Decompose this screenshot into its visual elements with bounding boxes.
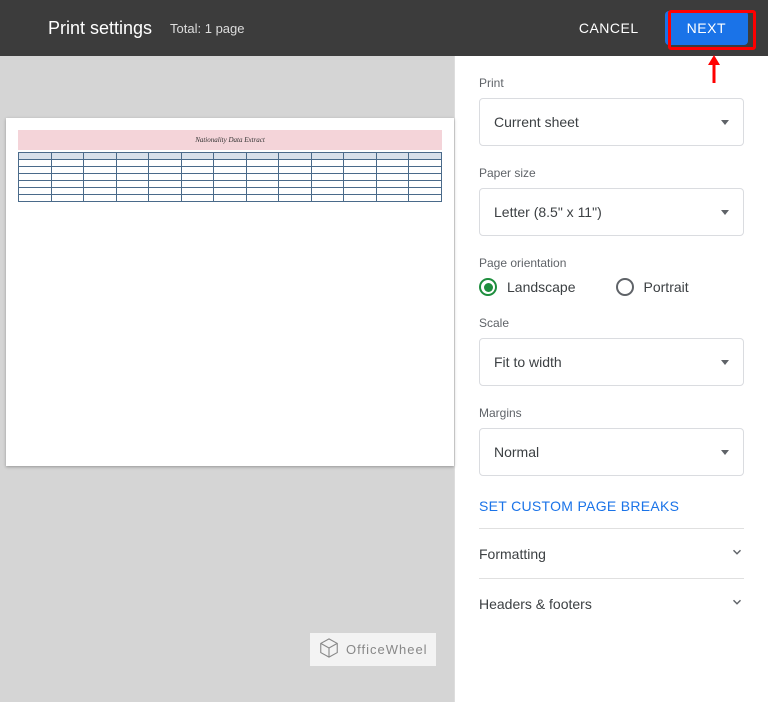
paper-size-value: Letter (8.5" x 11") — [494, 204, 602, 220]
print-value: Current sheet — [494, 114, 579, 130]
header-bar: Print settings Total: 1 page CANCEL NEXT — [0, 0, 768, 56]
orientation-label: Page orientation — [479, 256, 744, 270]
headers-footers-label: Headers & footers — [479, 596, 592, 612]
paper-size-dropdown[interactable]: Letter (8.5" x 11") — [479, 188, 744, 236]
next-button[interactable]: NEXT — [665, 11, 748, 45]
caret-icon — [721, 210, 729, 215]
print-label: Print — [479, 76, 744, 90]
portrait-label: Portrait — [644, 279, 689, 295]
caret-icon — [721, 360, 729, 365]
radio-checked-icon — [479, 278, 497, 296]
total-pages: Total: 1 page — [170, 21, 567, 36]
formatting-expand[interactable]: Formatting — [479, 528, 744, 578]
main-content: Nationality Data Extract OfficeWheel Pri… — [0, 56, 768, 702]
settings-sidebar: Print Current sheet Paper size Letter (8… — [454, 56, 768, 702]
sheet-title: Nationality Data Extract — [18, 130, 442, 150]
margins-value: Normal — [494, 444, 539, 460]
preview-pane: Nationality Data Extract OfficeWheel — [0, 56, 454, 702]
page-title: Print settings — [48, 18, 152, 39]
watermark-text: OfficeWheel — [346, 642, 428, 657]
chevron-down-icon — [730, 545, 744, 562]
page-preview: Nationality Data Extract — [6, 118, 454, 466]
chevron-down-icon — [730, 595, 744, 612]
watermark: OfficeWheel — [310, 633, 436, 666]
caret-icon — [721, 450, 729, 455]
headers-footers-expand[interactable]: Headers & footers — [479, 578, 744, 628]
cancel-button[interactable]: CANCEL — [567, 12, 651, 44]
paper-size-label: Paper size — [479, 166, 744, 180]
orientation-portrait-radio[interactable]: Portrait — [616, 278, 689, 296]
preview-table — [18, 152, 442, 202]
scale-label: Scale — [479, 316, 744, 330]
watermark-icon — [318, 637, 340, 662]
orientation-landscape-radio[interactable]: Landscape — [479, 278, 576, 296]
formatting-label: Formatting — [479, 546, 546, 562]
scale-dropdown[interactable]: Fit to width — [479, 338, 744, 386]
custom-page-breaks-link[interactable]: SET CUSTOM PAGE BREAKS — [479, 496, 744, 528]
radio-unchecked-icon — [616, 278, 634, 296]
caret-icon — [721, 120, 729, 125]
margins-label: Margins — [479, 406, 744, 420]
margins-dropdown[interactable]: Normal — [479, 428, 744, 476]
scale-value: Fit to width — [494, 354, 562, 370]
print-dropdown[interactable]: Current sheet — [479, 98, 744, 146]
landscape-label: Landscape — [507, 279, 576, 295]
